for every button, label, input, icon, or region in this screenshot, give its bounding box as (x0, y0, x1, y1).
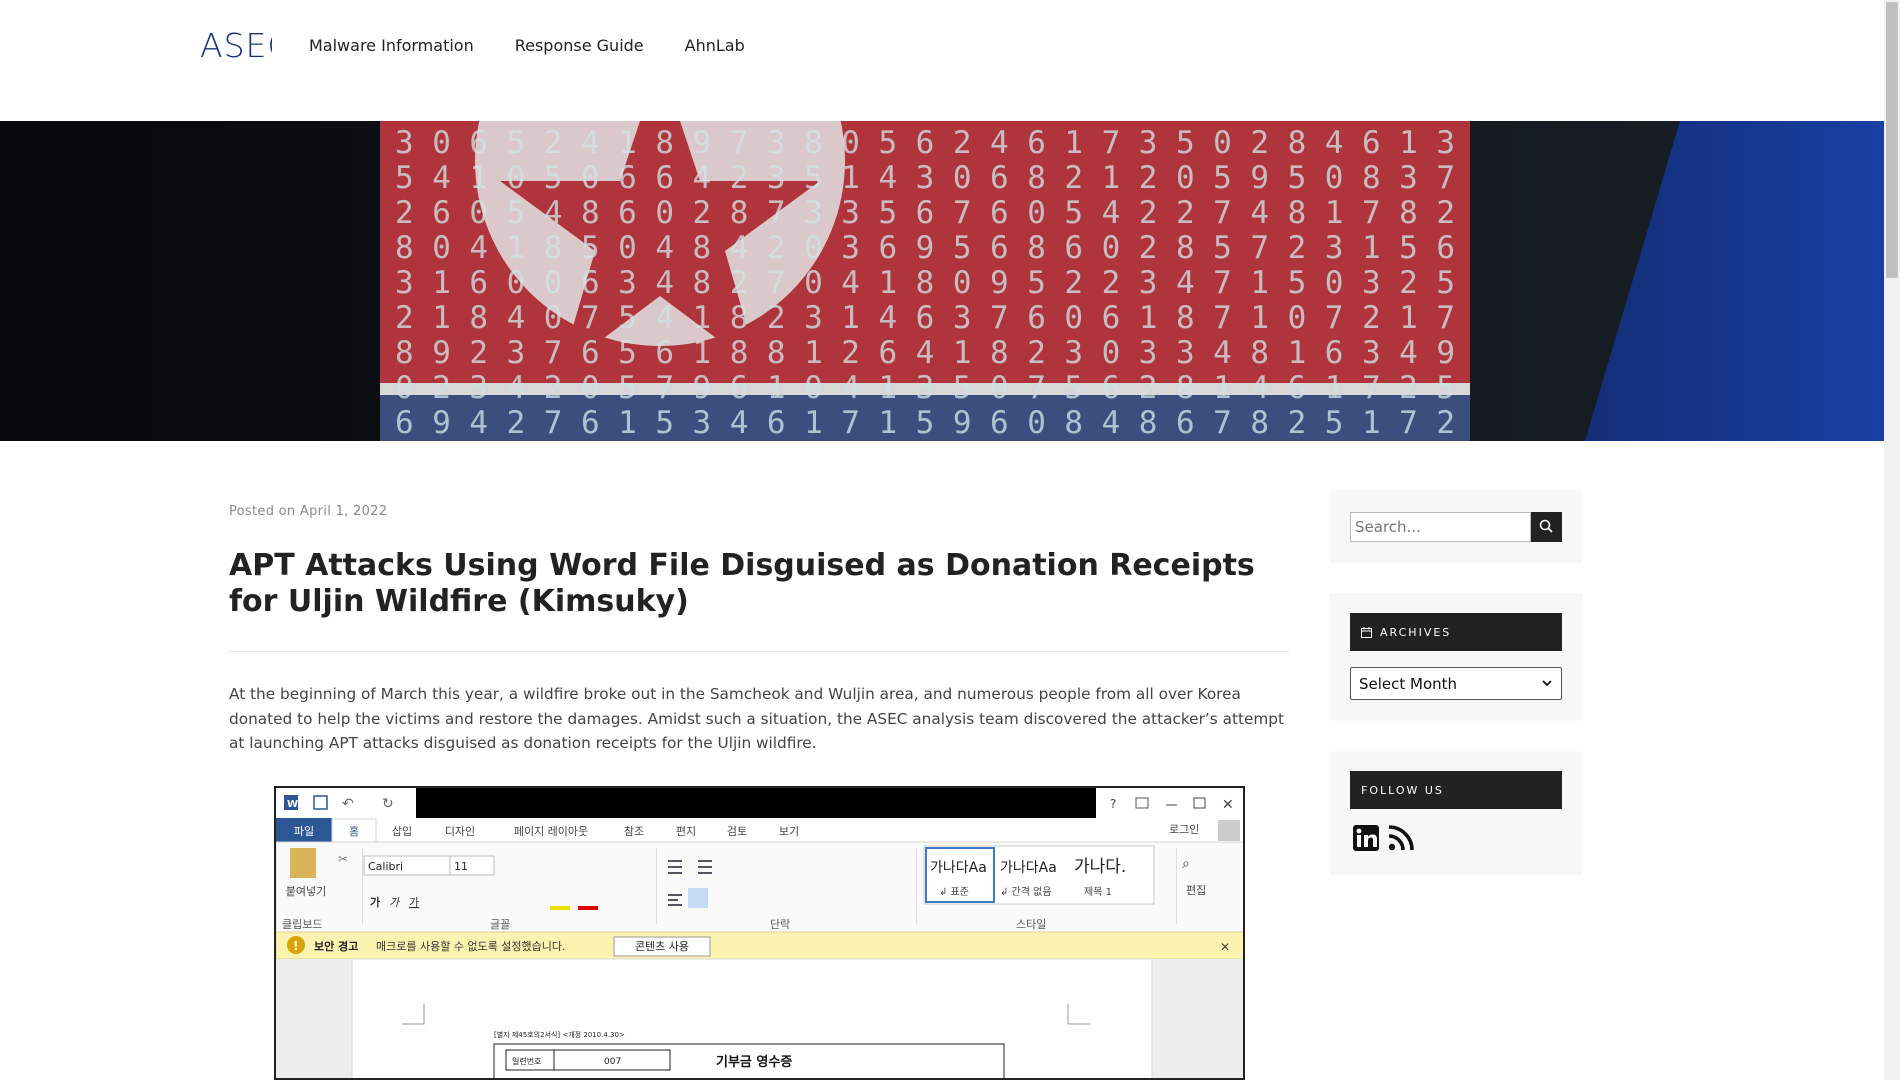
search-icon (1539, 519, 1553, 533)
serial-label: 일련번호 (512, 1056, 541, 1066)
account-avatar-icon[interactable] (1218, 820, 1240, 841)
warning-message: 매크로를 사용할 수 없도록 설정했습니다. (376, 940, 566, 953)
underline-icon[interactable]: 가 (409, 896, 419, 909)
svg-text:콘텐츠 사용: 콘텐츠 사용 (635, 940, 689, 953)
svg-text:W: W (287, 799, 298, 810)
word-document-screenshot: W ↶ ↻ ? ✕ 파일 홈 삽입 디자인 페이지 레이아웃 참조 편지 검토 … (274, 786, 1245, 1080)
post-body-paragraph: At the beginning of March this year, a w… (229, 685, 1284, 752)
asec-logo[interactable]: ASEC (200, 28, 272, 62)
group-label-font: 글꼴 (490, 918, 510, 931)
svg-text:파일: 파일 (294, 824, 314, 838)
svg-text:11: 11 (454, 860, 468, 873)
group-label-styles: 스타일 (1016, 917, 1046, 931)
calendar-icon (1361, 626, 1372, 638)
svg-text:Calibri: Calibri (368, 860, 403, 873)
word-window: W ↶ ↻ ? ✕ 파일 홈 삽입 디자인 페이지 레이아웃 참조 편지 검토 … (276, 788, 1243, 1078)
linkedin-icon[interactable] (1352, 824, 1380, 852)
warning-title: 보안 경고 (314, 939, 358, 953)
group-label-clipboard: 클립보드 (282, 918, 322, 931)
style-heading-1[interactable]: 가나다. (1074, 857, 1126, 877)
tab-page-layout[interactable]: 페이지 레이아웃 (514, 825, 588, 838)
page-scrollbar[interactable] (1884, 0, 1900, 1080)
binoculars-icon[interactable]: ⌕ (1182, 856, 1190, 872)
hero-digit-row: 3 0 6 5 2 4 1 8 9 7 3 8 0 5 6 2 4 6 1 7 … (395, 125, 1455, 161)
hero-digit-row: 8 0 4 1 8 5 0 4 8 4 2 0 3 6 9 5 6 8 6 0 … (395, 230, 1455, 266)
svg-text:!: ! (293, 939, 298, 953)
title-divider (229, 651, 1289, 652)
hero-digit-row: 6 9 4 2 7 6 1 5 3 4 6 1 7 1 5 9 6 0 8 4 … (395, 405, 1455, 441)
follow-us-widget: FOLLOW US (1330, 751, 1582, 875)
archives-widget: ARCHIVES Select Month (1330, 593, 1582, 721)
svg-text:ASEC: ASEC (200, 28, 272, 62)
tab-references[interactable]: 참조 (624, 825, 644, 838)
follow-us-title: FOLLOW US (1361, 783, 1444, 797)
site-header: ASEC Malware Information Response Guide … (0, 0, 1884, 121)
nav-item-response-guide[interactable]: Response Guide (515, 36, 644, 55)
svg-text:↲ 간격 없음: ↲ 간격 없음 (1000, 885, 1052, 898)
paste-button[interactable]: 붙여넣기 (286, 885, 326, 898)
search-input[interactable] (1350, 512, 1531, 542)
post-title: APT Attacks Using Word File Disguised as… (229, 548, 1255, 619)
undo-icon[interactable]: ↶ (342, 796, 354, 812)
archives-title: ARCHIVES (1380, 625, 1452, 639)
tab-review[interactable]: 검토 (727, 825, 747, 838)
font-color-icon[interactable] (578, 906, 598, 910)
svg-text:↲ 표준: ↲ 표준 (939, 886, 969, 898)
hero-banner-image: 3 0 6 5 2 4 1 8 9 7 3 8 0 5 6 2 4 6 1 7 … (0, 121, 1884, 441)
group-label-paragraph: 단락 (770, 918, 790, 931)
edit-button[interactable]: 편집 (1186, 884, 1206, 897)
nav-item-ahnlab[interactable]: AhnLab (685, 36, 745, 55)
rss-icon[interactable] (1387, 824, 1415, 852)
doc-form-header: [별지 제45호의2서식] <개정 2010.4.30> (494, 1030, 625, 1039)
redo-icon[interactable]: ↻ (382, 796, 394, 812)
hero-digit-row: 8 9 2 3 7 6 5 6 1 8 8 1 2 6 4 1 8 2 3 0 … (395, 335, 1455, 371)
hero-digit-row: 2 6 0 5 4 8 6 0 2 8 7 3 3 5 6 7 6 0 5 4 … (395, 195, 1455, 231)
redacted-title-bar (416, 788, 1096, 818)
help-icon[interactable]: ? (1110, 797, 1116, 811)
search-button[interactable] (1531, 512, 1562, 542)
tab-view[interactable]: 보기 (779, 825, 799, 838)
archives-select-value: Select Month (1359, 675, 1458, 693)
tab-insert[interactable]: 삽입 (392, 825, 412, 838)
nav-item-malware-information[interactable]: Malware Information (309, 36, 474, 55)
search-widget (1330, 490, 1582, 563)
cut-icon[interactable]: ✂ (338, 852, 348, 866)
scrollbar-thumb[interactable] (1886, 2, 1898, 278)
bold-icon[interactable]: 가 (370, 895, 380, 909)
login-link[interactable]: 로그인 (1169, 823, 1199, 836)
close-window-icon[interactable]: ✕ (1222, 797, 1234, 813)
serial-value: 007 (604, 1057, 621, 1067)
post-meta: Posted on April 1, 2022 (229, 504, 387, 519)
close-warning-icon[interactable]: ✕ (1220, 940, 1230, 954)
tab-mailings[interactable]: 편지 (676, 825, 696, 838)
archives-month-select[interactable]: Select Month (1350, 667, 1562, 700)
paste-icon[interactable] (290, 848, 316, 878)
highlight-icon[interactable] (550, 906, 570, 910)
style-no-spacing[interactable]: 가나다Aa (1000, 860, 1057, 876)
main-nav: Malware Information Response Guide AhnLa… (309, 36, 745, 55)
tab-home[interactable]: 홈 (349, 824, 359, 838)
svg-text:제목 1: 제목 1 (1084, 886, 1112, 898)
doc-title: 기부금 영수증 (716, 1055, 792, 1070)
archives-widget-header: ARCHIVES (1350, 613, 1562, 651)
chevron-down-icon (1542, 680, 1552, 687)
follow-us-widget-header: FOLLOW US (1350, 771, 1562, 809)
hero-digit-row: 0 2 3 4 2 0 5 7 9 6 1 0 4 1 3 5 0 7 5 6 … (395, 370, 1455, 406)
hero-digit-row: 2 1 8 4 0 7 5 4 1 8 2 3 1 4 6 3 7 6 0 6 … (395, 300, 1455, 336)
hero-digit-row: 5 4 1 0 5 0 6 6 4 2 3 5 1 4 3 0 6 8 2 1 … (395, 160, 1455, 196)
svg-text:가나다Aa: 가나다Aa (930, 860, 987, 876)
hero-flag-digits-artwork: 3 0 6 5 2 4 1 8 9 7 3 8 0 5 6 2 4 6 1 7 … (0, 121, 1884, 441)
hero-digit-row: 3 1 6 0 0 6 3 4 8 2 7 0 4 1 8 0 9 5 2 2 … (395, 265, 1455, 301)
tab-design[interactable]: 디자인 (445, 825, 475, 838)
post-date[interactable]: April 1, 2022 (300, 504, 387, 519)
post-meta-prefix: Posted on (229, 504, 296, 519)
align-center-icon[interactable] (688, 888, 708, 908)
